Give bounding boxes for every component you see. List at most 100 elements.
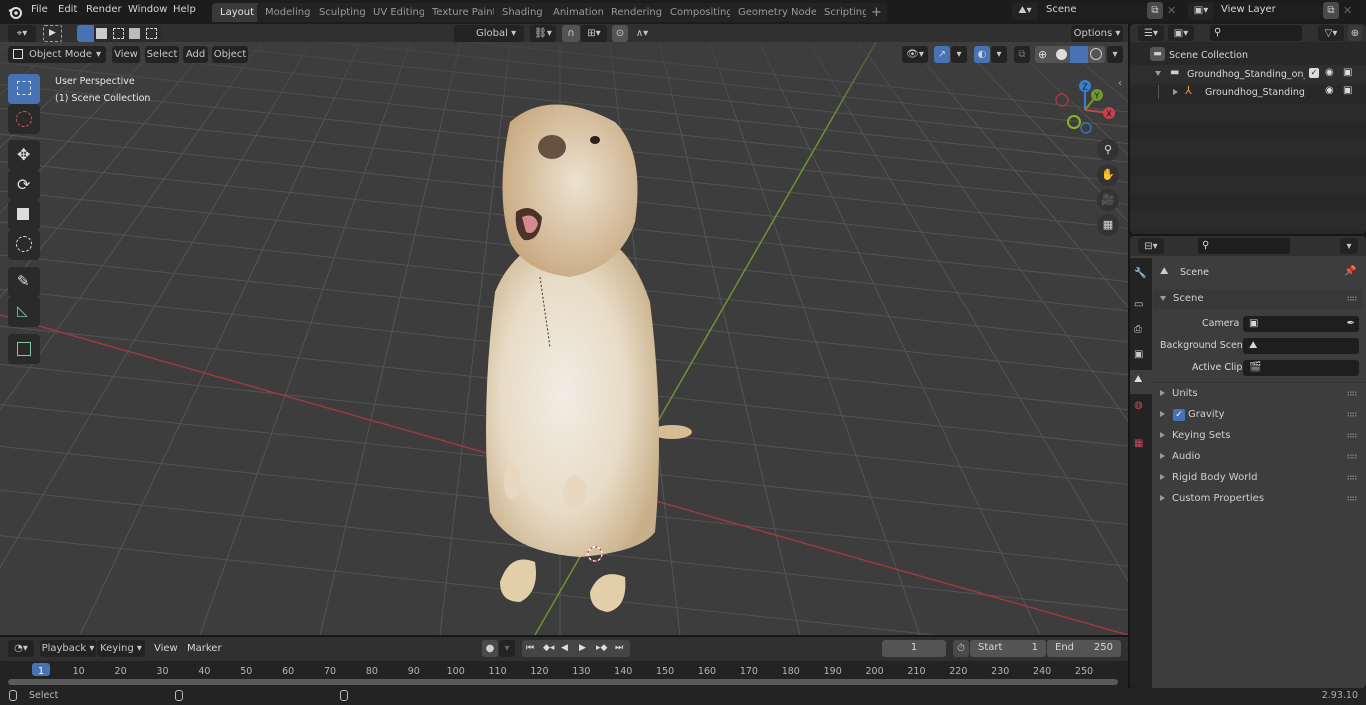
menu-window[interactable]: Window (128, 4, 167, 15)
properties-options-dropdown[interactable]: ▾ (1340, 238, 1358, 254)
output-tab-icon[interactable]: ⎙ (1134, 324, 1142, 335)
pan-view-button[interactable]: ✋ (1097, 164, 1119, 186)
camera-field[interactable]: ▣ ✒ (1243, 316, 1359, 332)
rendered-shading-button[interactable] (1090, 48, 1102, 60)
visibility-eye-icon[interactable]: ◉ (1325, 85, 1334, 96)
timeline-menu-marker[interactable]: Marker (187, 643, 222, 654)
pin-icon[interactable]: 📌 (1344, 266, 1356, 277)
end-frame-field[interactable]: End 250 (1047, 640, 1121, 657)
view-layer-tab-icon[interactable]: ▣ (1134, 349, 1143, 360)
current-frame-field[interactable]: 1 (882, 640, 946, 657)
select-new-button[interactable] (77, 25, 94, 42)
annotate-tool[interactable]: ✎ (8, 267, 40, 297)
world-tab-icon[interactable]: ◍ (1134, 400, 1143, 411)
navigation-gizmo[interactable]: Z Y X (1050, 74, 1122, 146)
new-scene-button[interactable]: ⧉ (1147, 2, 1163, 19)
outliner-row-collection[interactable]: ▬ Groundhog_Standing_on_Hind ✓ ◉ ▣ (1130, 65, 1366, 83)
add-workspace-button[interactable]: + (866, 3, 887, 22)
select-intersect-button[interactable] (146, 28, 157, 39)
delete-scene-icon[interactable]: ✕ (1167, 4, 1176, 17)
render-camera-icon[interactable]: ▣ (1343, 67, 1352, 78)
tab-compositing[interactable]: Compositing (662, 3, 741, 22)
tab-uv-editing[interactable]: UV Editing (365, 3, 434, 22)
select-extend-button[interactable] (96, 28, 107, 39)
viewport-menu-add[interactable]: Add (183, 46, 208, 63)
tab-modeling[interactable]: Modeling (257, 3, 319, 22)
proportional-edit-toggle[interactable]: ⊙ (612, 25, 628, 42)
scene-selector-button[interactable]: ⛰▾ (1012, 2, 1038, 20)
display-mode-dropdown[interactable]: ▣▾ (1168, 25, 1194, 41)
visibility-dropdown[interactable]: 👁▾ (902, 46, 928, 63)
mode-dropdown[interactable]: Object Mode ▾ (8, 46, 106, 63)
groundhog-model[interactable] (440, 92, 720, 612)
playback-dropdown[interactable]: Playback ▾ (40, 640, 96, 657)
keying-dropdown[interactable]: Keying ▾ (97, 640, 145, 657)
material-preview-button[interactable] (1070, 46, 1088, 63)
viewport-menu-select[interactable]: Select (145, 46, 179, 63)
eyedropper-icon[interactable]: ✒ (1347, 316, 1355, 332)
start-frame-field[interactable]: Start 1 (970, 640, 1046, 657)
scene-name-field[interactable]: Scene (1040, 2, 1146, 19)
viewport-menu-object[interactable]: Object (212, 46, 248, 63)
background-scene-field[interactable]: ⛰ (1243, 338, 1359, 354)
select-invert-button[interactable] (129, 28, 140, 39)
gizmo-dropdown[interactable]: ▾ (951, 46, 967, 63)
next-keyframe-button[interactable]: ▸◆ (596, 643, 607, 653)
timeline-menu-view[interactable]: View (154, 643, 178, 654)
view-layer-name-field[interactable]: View Layer (1215, 2, 1321, 19)
auto-keying-toggle[interactable]: ● (482, 640, 498, 657)
transform-orientation-dropdown[interactable]: Global ▾ (454, 25, 524, 42)
snap-toggle[interactable]: ∩ (562, 25, 580, 42)
properties-search-input[interactable]: ⚲ (1198, 238, 1290, 254)
gravity-checkbox[interactable]: ✓ (1173, 409, 1185, 421)
zoom-view-button[interactable]: ⚲ (1097, 139, 1119, 161)
new-view-layer-button[interactable]: ⧉ (1323, 2, 1339, 19)
play-reverse-button[interactable]: ◀ (561, 643, 568, 653)
menu-file[interactable]: File (31, 4, 48, 15)
filter-dropdown[interactable]: ▽▾ (1318, 25, 1344, 41)
editor-type-button[interactable]: ⌖▾ (8, 25, 36, 42)
snap-target-dropdown[interactable]: ⊞▾ (581, 25, 607, 42)
audio-panel[interactable]: Audio (1153, 447, 1363, 467)
xray-toggle[interactable]: ⧉ (1014, 46, 1030, 63)
tab-texture-paint[interactable]: Texture Paint (424, 3, 505, 22)
transform-tool[interactable] (8, 230, 40, 260)
visibility-eye-icon[interactable]: ◉ (1325, 67, 1334, 78)
wireframe-shading-button[interactable]: ⊕ (1038, 48, 1047, 61)
sidebar-toggle-icon[interactable]: ‹ (1118, 78, 1122, 89)
ortho-toggle-button[interactable]: ▦ (1097, 214, 1119, 236)
gravity-panel[interactable]: ✓ Gravity (1153, 405, 1363, 425)
rigid-body-world-panel[interactable]: Rigid Body World (1153, 468, 1363, 488)
view-layer-selector-button[interactable]: ▣▾ (1188, 2, 1214, 20)
timeline-scrollbar[interactable] (8, 679, 1118, 685)
timeline-editor-type-button[interactable]: ◔▾ (8, 640, 34, 657)
viewport-menu-view[interactable]: View (112, 46, 140, 63)
render-camera-icon[interactable]: ▣ (1343, 85, 1352, 96)
preview-range-toggle[interactable]: ⏱ (953, 640, 969, 657)
scene-collection-label[interactable]: Scene Collection (1169, 50, 1248, 61)
cursor-tool[interactable] (8, 104, 40, 134)
delete-view-layer-icon[interactable]: ✕ (1343, 4, 1352, 17)
shading-dropdown[interactable]: ▾ (1107, 46, 1123, 63)
play-button[interactable]: ▶ (579, 643, 586, 653)
scale-tool[interactable] (8, 200, 40, 230)
rotate-tool[interactable]: ⟳ (8, 170, 40, 200)
menu-edit[interactable]: Edit (58, 4, 77, 15)
move-tool[interactable]: ✥ (8, 140, 40, 170)
tab-shading[interactable]: Shading (494, 3, 551, 22)
pivot-point-dropdown[interactable]: ⛓▾ (530, 25, 556, 42)
blender-logo-icon[interactable] (8, 5, 22, 19)
camera-view-button[interactable]: 🎥 (1097, 189, 1119, 211)
options-dropdown[interactable]: Options ▾ (1071, 25, 1123, 42)
properties-editor-type-button[interactable]: ⊟▾ (1138, 238, 1164, 254)
jump-start-button[interactable]: ⏮ (526, 643, 534, 653)
tab-layout[interactable]: Layout (212, 3, 262, 22)
select-box-tool[interactable] (8, 74, 40, 104)
gizmo-toggle[interactable]: ↗ (934, 46, 950, 63)
new-collection-button[interactable]: ⊕ (1348, 25, 1362, 41)
units-panel[interactable]: Units (1153, 384, 1363, 404)
tab-animation[interactable]: Animation (545, 3, 612, 22)
outliner-editor-type-button[interactable]: ☰▾ (1138, 25, 1164, 41)
render-tab-icon[interactable]: ▭ (1134, 299, 1143, 310)
menu-help[interactable]: Help (173, 4, 196, 15)
